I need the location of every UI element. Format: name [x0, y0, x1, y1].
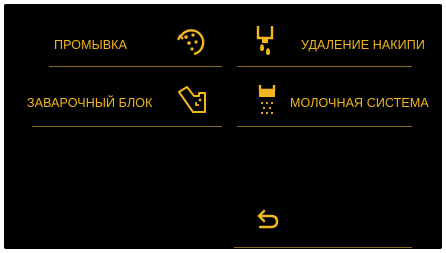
- back-divider: [234, 247, 412, 248]
- menu-item-milk-system[interactable]: МОЛОЧНАЯ СИСТЕМА: [244, 80, 439, 126]
- menu-divider: [32, 126, 222, 127]
- menu-item-descale-label: УДАЛЕНИЕ НАКИПИ: [301, 38, 425, 52]
- menu-item-rinse[interactable]: ПРОМЫВКА: [24, 22, 224, 68]
- back-button[interactable]: [244, 204, 294, 236]
- menu-item-brew-unit-label: ЗАВАРОЧНЫЙ БЛОК: [27, 96, 153, 110]
- menu-item-rinse-label: ПРОМЫВКА: [54, 38, 128, 52]
- menu-divider: [237, 66, 412, 67]
- brew-unit-icon: [178, 86, 206, 113]
- back-arrow-icon: [257, 209, 279, 229]
- menu-divider: [237, 126, 412, 127]
- rinse-icon: [177, 29, 205, 56]
- menu-divider: [49, 66, 222, 67]
- menu-item-brew-unit[interactable]: ЗАВАРОЧНЫЙ БЛОК: [4, 80, 224, 126]
- menu-item-descale[interactable]: УДАЛЕНИЕ НАКИПИ: [244, 22, 434, 68]
- milk-system-icon: [258, 85, 276, 115]
- descale-icon: [256, 26, 274, 55]
- machine-display: ПРОМЫВКА УДАЛЕНИЕ НАКИПИ ЗАВАРОЧНЫЙ БЛОК: [4, 4, 442, 249]
- menu-item-milk-system-label: МОЛОЧНАЯ СИСТЕМА: [290, 96, 429, 110]
